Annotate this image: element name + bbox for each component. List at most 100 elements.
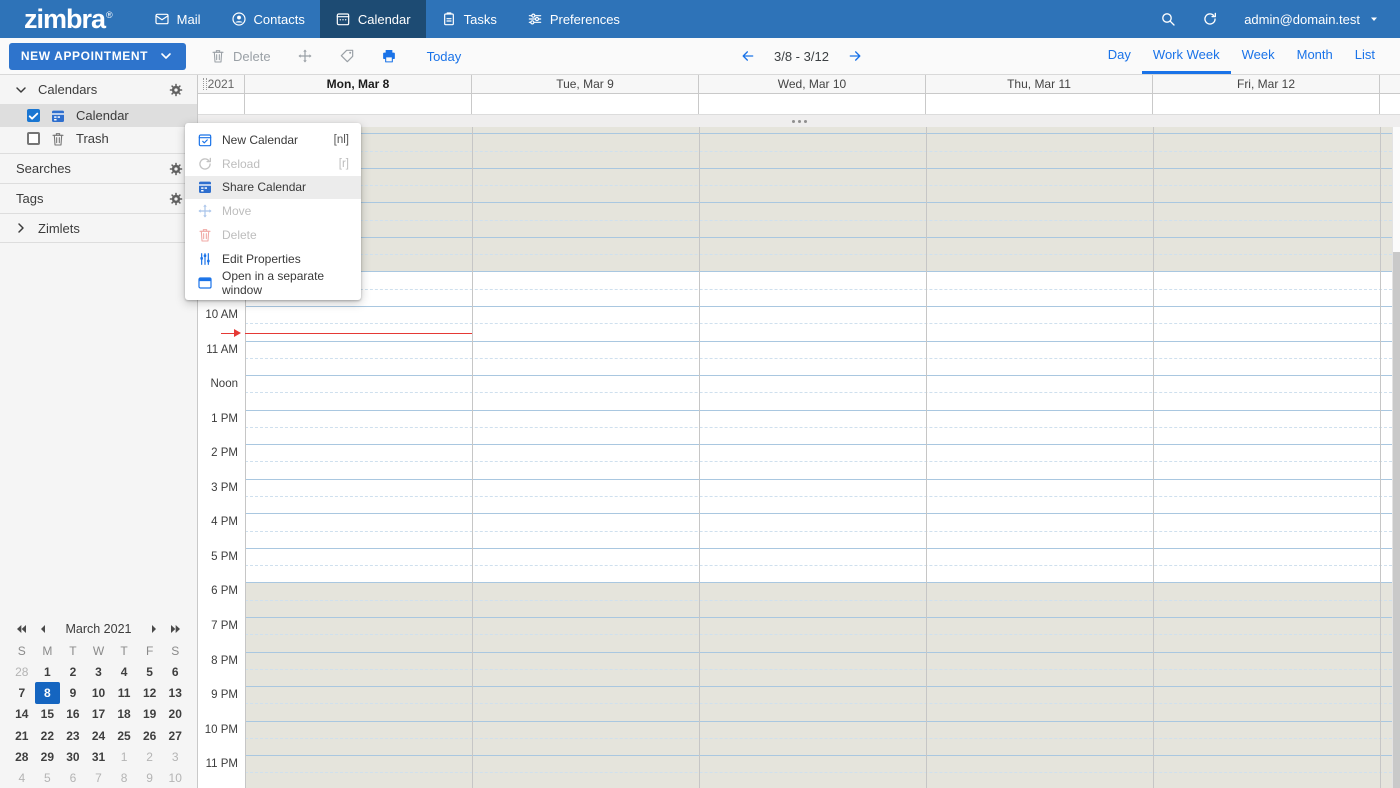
allday-cell-mon-mar-8[interactable] — [245, 94, 472, 114]
minical-day[interactable]: 5 — [137, 661, 163, 682]
gear-icon[interactable] — [168, 82, 184, 98]
minical-day[interactable]: 30 — [60, 746, 86, 767]
minical-day[interactable]: 15 — [35, 704, 61, 725]
minical-day[interactable]: 2 — [60, 661, 86, 682]
allday-cell-tue-mar-9[interactable] — [472, 94, 699, 114]
minical-day[interactable]: 16 — [60, 704, 86, 725]
menu-item-edit-properties[interactable]: Edit Properties — [185, 247, 361, 271]
minical-day[interactable]: 25 — [111, 725, 137, 746]
item-label: Trash — [76, 131, 109, 146]
view-list[interactable]: List — [1344, 38, 1386, 74]
minical-day[interactable]: 9 — [60, 682, 86, 703]
day-column[interactable] — [473, 127, 700, 788]
menu-item-open-in-a-separate-window[interactable]: Open in a separate window — [185, 269, 361, 297]
minical-day[interactable]: 4 — [9, 767, 35, 788]
minical-day[interactable]: 22 — [35, 725, 61, 746]
minical-day[interactable]: 18 — [111, 704, 137, 725]
previous-week-arrow-icon[interactable] — [740, 48, 756, 64]
checkbox-calendar[interactable] — [27, 109, 40, 122]
sidebar-item-calendar[interactable]: Calendar — [0, 104, 197, 127]
menu-item-new-calendar[interactable]: New Calendar [nl] — [185, 128, 361, 152]
minical-day[interactable]: 24 — [86, 725, 112, 746]
minical-day[interactable]: 28 — [9, 661, 35, 682]
view-work-week[interactable]: Work Week — [1141, 38, 1231, 74]
minical-day[interactable]: 1 — [35, 661, 61, 682]
print-icon[interactable] — [381, 48, 397, 64]
minical-day[interactable]: 12 — [137, 682, 163, 703]
sidebar-item-tags[interactable]: Tags — [0, 184, 197, 214]
account-menu[interactable]: admin@domain.test — [1244, 11, 1382, 27]
sidebar-item-searches[interactable]: Searches — [0, 154, 197, 184]
minical-day[interactable]: 7 — [9, 682, 35, 703]
next-week-arrow-icon[interactable] — [847, 48, 863, 64]
day-column[interactable] — [927, 127, 1154, 788]
checkbox-trash[interactable] — [27, 132, 40, 145]
minical-day[interactable]: 21 — [9, 725, 35, 746]
minical-day[interactable]: 13 — [162, 682, 188, 703]
topbar-right: admin@domain.test — [1160, 0, 1400, 38]
minical-day[interactable]: 10 — [162, 767, 188, 788]
minical-day[interactable]: 31 — [86, 746, 112, 767]
vertical-scrollbar[interactable] — [1392, 127, 1400, 788]
new-appointment-button[interactable]: NEW APPOINTMENT — [9, 42, 186, 70]
day-header-fri-mar-12[interactable]: Fri, Mar 12 — [1153, 75, 1380, 93]
chevron-down-icon[interactable] — [13, 82, 29, 98]
minical-day[interactable]: 29 — [35, 746, 61, 767]
refresh-icon[interactable] — [1202, 11, 1218, 27]
minical-day[interactable]: 4 — [111, 661, 137, 682]
tab-calendar[interactable]: Calendar — [319, 0, 426, 38]
tab-tasks[interactable]: Tasks — [426, 0, 512, 38]
tab-contacts[interactable]: Contacts — [216, 0, 320, 38]
day-column[interactable] — [1154, 127, 1381, 788]
tab-mail[interactable]: Mail — [139, 0, 216, 38]
minical-day[interactable]: 11 — [111, 682, 137, 703]
view-day[interactable]: Day — [1097, 38, 1142, 74]
minical-day[interactable]: 23 — [60, 725, 86, 746]
day-header-tue-mar-9[interactable]: Tue, Mar 9 — [472, 75, 699, 93]
tab-preferences[interactable]: Preferences — [512, 0, 635, 38]
minical-day[interactable]: 3 — [86, 661, 112, 682]
today-button[interactable]: Today — [427, 49, 462, 64]
next-month-icon[interactable] — [143, 621, 165, 637]
day-header-wed-mar-10[interactable]: Wed, Mar 10 — [699, 75, 926, 93]
minical-day[interactable]: 27 — [162, 725, 188, 746]
allday-cell-wed-mar-10[interactable] — [699, 94, 926, 114]
search-icon[interactable] — [1160, 11, 1176, 27]
chevron-down-icon[interactable] — [158, 48, 174, 64]
minical-day[interactable]: 19 — [137, 704, 163, 725]
minical-day[interactable]: 5 — [35, 767, 61, 788]
minical-day[interactable]: 14 — [9, 704, 35, 725]
minical-day[interactable]: 8 — [111, 767, 137, 788]
previous-month-icon[interactable] — [32, 621, 54, 637]
scrollbar-thumb[interactable] — [1393, 252, 1400, 788]
minical-day[interactable]: 9 — [137, 767, 163, 788]
day-column[interactable] — [700, 127, 927, 788]
allday-resize-handle[interactable] — [198, 114, 1400, 127]
minical-day[interactable]: 28 — [9, 746, 35, 767]
allday-cell-thu-mar-11[interactable] — [926, 94, 1153, 114]
minical-day[interactable]: 20 — [162, 704, 188, 725]
view-month[interactable]: Month — [1286, 38, 1344, 74]
minical-day-selected[interactable]: 8 — [34, 682, 61, 704]
minical-day[interactable]: 17 — [86, 704, 112, 725]
previous-year-icon[interactable] — [10, 621, 32, 637]
sidebar-item-zimlets[interactable]: Zimlets — [0, 214, 197, 243]
sidebar-item-trash[interactable]: Trash — [0, 127, 197, 150]
menu-item-share-calendar[interactable]: Share Calendar — [185, 175, 361, 200]
day-header-mon-mar-8[interactable]: Mon, Mar 8 — [245, 75, 472, 93]
minical-day[interactable]: 3 — [162, 746, 188, 767]
view-week[interactable]: Week — [1231, 38, 1286, 74]
day-header-thu-mar-11[interactable]: Thu, Mar 11 — [926, 75, 1153, 93]
allday-cell-fri-mar-12[interactable] — [1153, 94, 1380, 114]
minical-day[interactable]: 1 — [111, 746, 137, 767]
next-year-icon[interactable] — [165, 621, 187, 637]
minical-day[interactable]: 7 — [86, 767, 112, 788]
minical-day[interactable]: 10 — [86, 682, 112, 703]
chevron-right-icon[interactable] — [13, 220, 29, 236]
minical-day[interactable]: 26 — [137, 725, 163, 746]
minical-day[interactable]: 2 — [137, 746, 163, 767]
minical-day[interactable]: 6 — [60, 767, 86, 788]
minical-day[interactable]: 6 — [162, 661, 188, 682]
drag-handle-icon[interactable] — [203, 78, 207, 90]
calendars-section-header[interactable]: Calendars — [0, 75, 197, 104]
